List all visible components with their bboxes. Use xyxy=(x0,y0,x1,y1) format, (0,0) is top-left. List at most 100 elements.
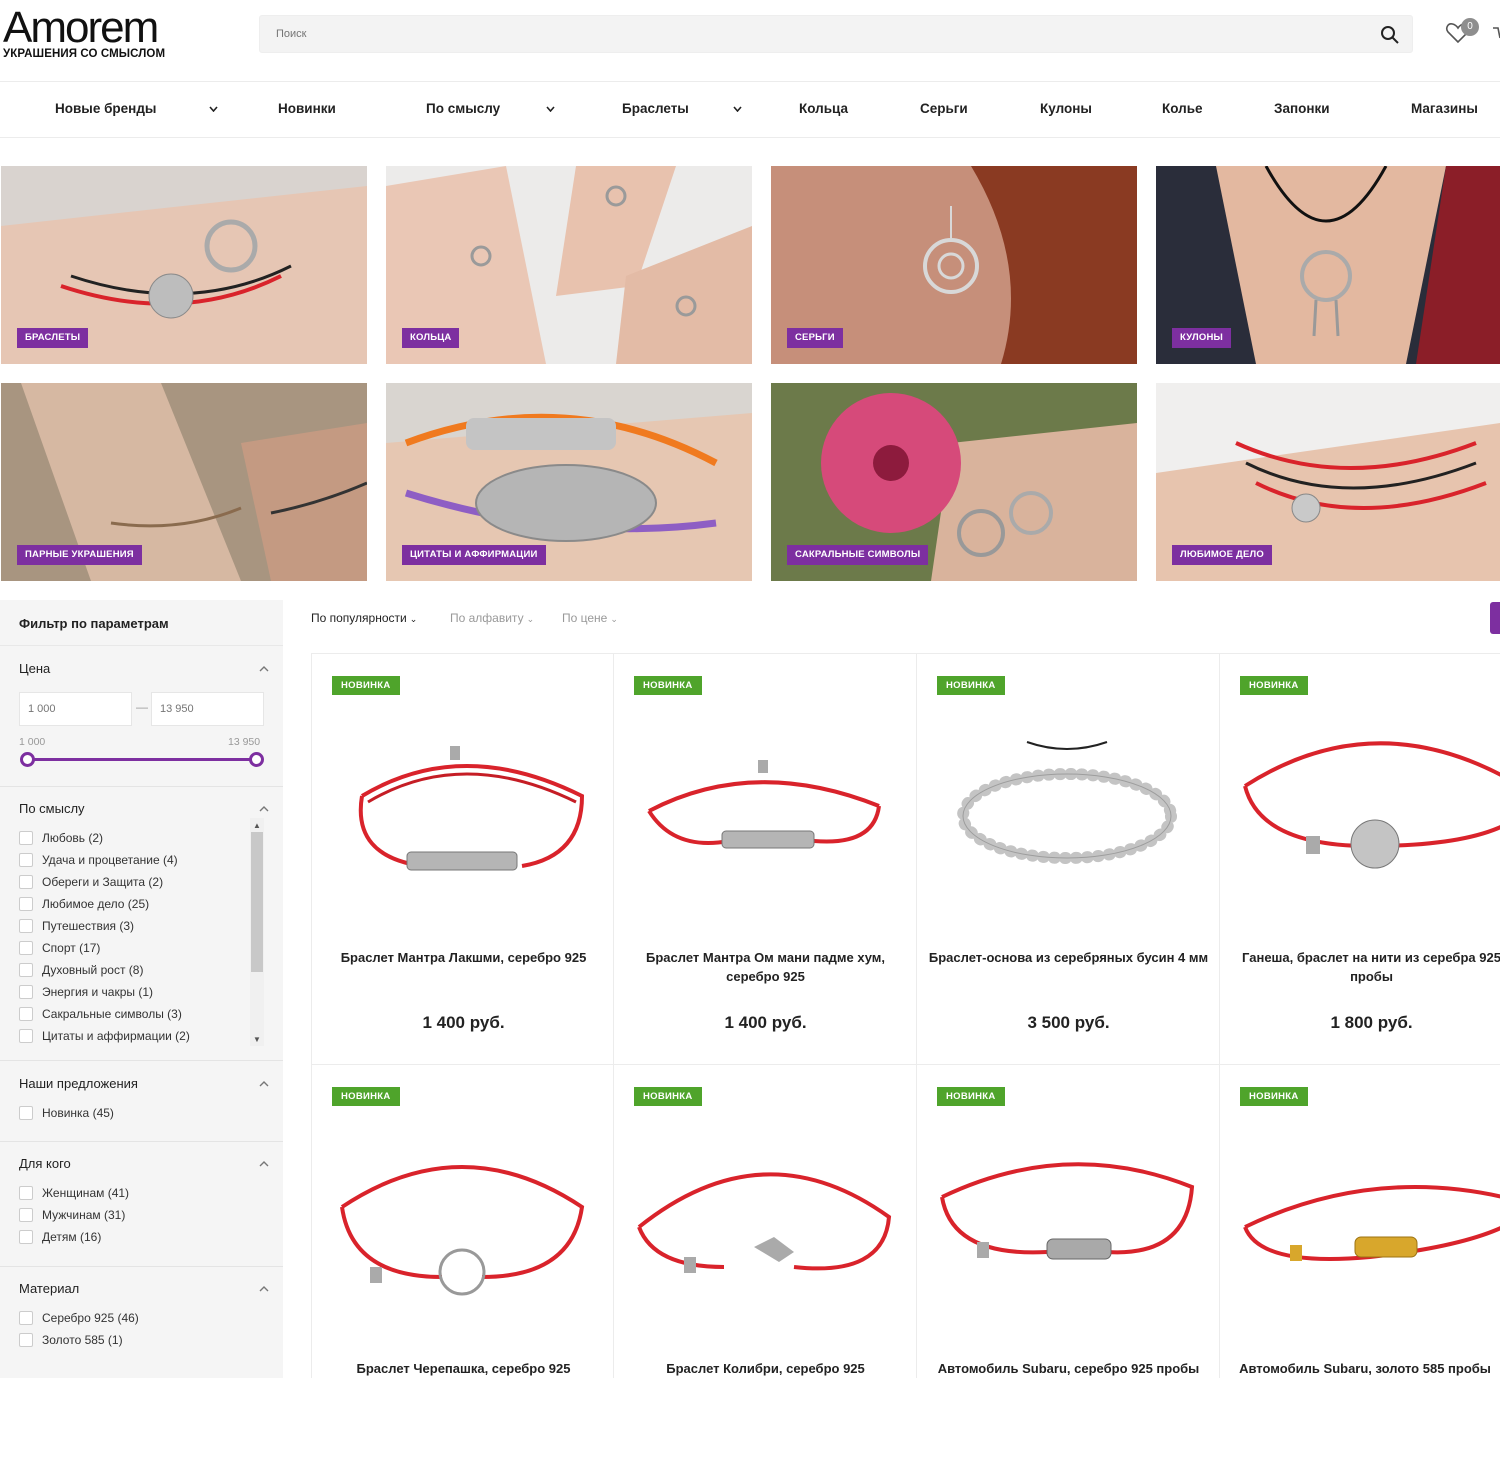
filter-price-title[interactable]: Цена xyxy=(19,661,50,676)
category-label: Кольца xyxy=(402,328,460,348)
filter-option-sport[interactable]: Спорт (17) xyxy=(19,941,100,959)
filter-option-travel[interactable]: Путешествия (3) xyxy=(19,919,134,937)
filter-option-luck[interactable]: Удача и процветание (4) xyxy=(19,853,178,871)
price-range-max-handle[interactable] xyxy=(249,752,264,767)
filter-option-spiritual[interactable]: Духовный рост (8) xyxy=(19,963,143,981)
filter-option-sacred[interactable]: Сакральные символы (3) xyxy=(19,1007,182,1025)
category-tile-quotes[interactable]: Цитаты и аффирмации xyxy=(386,383,752,581)
category-tile-sacred[interactable]: Сакральные символы xyxy=(771,383,1137,581)
product-name[interactable]: Браслет Мантра Ом мани падме хум, серебр… xyxy=(624,948,907,986)
checkbox[interactable] xyxy=(19,1208,33,1222)
search-input[interactable] xyxy=(260,16,1370,52)
scroll-up-icon[interactable]: ▲ xyxy=(252,821,262,831)
nav-item-cufflinks[interactable]: Запонки xyxy=(1274,82,1330,136)
checkbox[interactable] xyxy=(19,1230,33,1244)
nav-item-new-brands[interactable]: Новые бренды xyxy=(55,82,156,136)
new-badge: Новинка xyxy=(634,1087,702,1106)
filter-option-new[interactable]: Новинка (45) xyxy=(19,1106,114,1124)
category-tile-favorite-work[interactable]: Любимое дело xyxy=(1156,383,1500,581)
checkbox[interactable] xyxy=(19,853,33,867)
chevron-down-icon[interactable] xyxy=(733,106,742,112)
checkbox[interactable] xyxy=(19,897,33,911)
filter-for-whom-title[interactable]: Для кого xyxy=(19,1156,71,1171)
category-tile-earrings[interactable]: Серьги xyxy=(771,166,1137,364)
sort-popularity[interactable]: По популярности ⌄ xyxy=(311,611,417,625)
filter-option-men[interactable]: Мужчинам (31) xyxy=(19,1208,125,1226)
product-name[interactable]: Ганеша, браслет на нити из серебра 925 п… xyxy=(1230,948,1500,986)
filter-option-favorite-work[interactable]: Любимое дело (25) xyxy=(19,897,149,915)
new-badge: Новинка xyxy=(1240,1087,1308,1106)
product-card[interactable]: Новинка Ганеша, браслет на нити из сереб… xyxy=(1220,654,1500,1064)
checkbox[interactable] xyxy=(19,1007,33,1021)
product-card[interactable]: Новинка Автомобиль Subaru, золото 585 пр… xyxy=(1220,1065,1500,1475)
category-tile-rings[interactable]: Кольца xyxy=(386,166,752,364)
nav-item-by-meaning[interactable]: По смыслу xyxy=(426,82,500,136)
product-name[interactable]: Автомобиль Subaru, золото 585 пробы xyxy=(1230,1359,1500,1378)
category-tile-couples[interactable]: Парные украшения xyxy=(1,383,367,581)
nav-item-stores[interactable]: Магазины xyxy=(1411,82,1478,136)
product-card[interactable]: Новинка Браслет Колибри, серебро 925 xyxy=(614,1065,917,1475)
product-name[interactable]: Браслет Колибри, серебро 925 xyxy=(624,1359,907,1378)
filter-option-women[interactable]: Женщинам (41) xyxy=(19,1186,129,1204)
filter-material-title[interactable]: Материал xyxy=(19,1281,79,1296)
product-card[interactable]: Новинка Браслет Мантра Ом мани падме хум… xyxy=(614,654,917,1064)
sort-price[interactable]: По цене ⌄ xyxy=(562,611,618,625)
filter-option-silver[interactable]: Серебро 925 (46) xyxy=(19,1311,139,1329)
filter-option-gold[interactable]: Золото 585 (1) xyxy=(19,1333,123,1351)
filter-meaning-title[interactable]: По смыслу xyxy=(19,801,85,816)
price-range-track[interactable] xyxy=(28,758,256,761)
checkbox[interactable] xyxy=(19,1311,33,1325)
cart-icon[interactable] xyxy=(1492,24,1500,44)
checkbox[interactable] xyxy=(19,831,33,845)
filter-offers-title[interactable]: Наши предложения xyxy=(19,1076,138,1091)
scroll-down-icon[interactable]: ▼ xyxy=(252,1035,262,1045)
checkbox[interactable] xyxy=(19,1029,33,1043)
checkbox[interactable] xyxy=(19,875,33,889)
product-card[interactable]: Новинка Браслет Черепашка, серебро 925 xyxy=(312,1065,615,1475)
product-card[interactable]: Новинка Браслет-основа из серебряных бус… xyxy=(917,654,1220,1064)
nav-item-rings[interactable]: Кольца xyxy=(799,82,848,136)
checkbox[interactable] xyxy=(19,1106,33,1120)
filter-option-love[interactable]: Любовь (2) xyxy=(19,831,103,849)
nav-item-bracelets[interactable]: Браслеты xyxy=(622,82,689,136)
category-tile-bracelets[interactable]: Браслеты xyxy=(1,166,367,364)
filter-option-quotes[interactable]: Цитаты и аффирмации (2) xyxy=(19,1029,190,1047)
nav-item-pendants[interactable]: Кулоны xyxy=(1040,82,1092,136)
product-name[interactable]: Браслет Черепашка, серебро 925 xyxy=(322,1359,605,1378)
logo[interactable]: Amorem УКРАШЕНИЯ СО СМЫСЛОМ xyxy=(3,6,183,61)
price-range-min-handle[interactable] xyxy=(20,752,35,767)
chevron-down-icon[interactable] xyxy=(546,106,555,112)
view-toggle-button[interactable] xyxy=(1490,602,1500,634)
nav-item-earrings[interactable]: Серьги xyxy=(920,82,968,136)
product-image xyxy=(957,741,1177,864)
checkbox[interactable] xyxy=(19,1333,33,1347)
chevron-up-icon[interactable] xyxy=(259,806,269,812)
chevron-up-icon[interactable] xyxy=(259,1081,269,1087)
new-badge: Новинка xyxy=(332,1087,400,1106)
filter-option-kids[interactable]: Детям (16) xyxy=(19,1230,101,1248)
checkbox[interactable] xyxy=(19,919,33,933)
checkbox[interactable] xyxy=(19,1186,33,1200)
checkbox[interactable] xyxy=(19,985,33,999)
chevron-down-icon[interactable] xyxy=(209,106,218,112)
chevron-up-icon[interactable] xyxy=(259,1161,269,1167)
filter-option-energy[interactable]: Энергия и чакры (1) xyxy=(19,985,153,1003)
product-card[interactable]: Новинка Браслет Мантра Лакшми, серебро 9… xyxy=(312,654,615,1064)
nav-item-necklaces[interactable]: Колье xyxy=(1162,82,1203,136)
chevron-up-icon[interactable] xyxy=(259,666,269,672)
chevron-up-icon[interactable] xyxy=(259,1286,269,1292)
category-tile-pendants[interactable]: Кулоны xyxy=(1156,166,1500,364)
checkbox[interactable] xyxy=(19,963,33,977)
nav-item-new[interactable]: Новинки xyxy=(278,82,336,136)
product-name[interactable]: Браслет Мантра Лакшми, серебро 925 xyxy=(322,948,605,967)
price-min-input[interactable] xyxy=(19,692,132,726)
search-icon[interactable] xyxy=(1380,25,1400,45)
price-max-input[interactable] xyxy=(151,692,264,726)
checkbox[interactable] xyxy=(19,941,33,955)
filter-scrollbar-thumb[interactable] xyxy=(251,832,263,972)
filter-option-protection[interactable]: Обереги и Защита (2) xyxy=(19,875,163,893)
product-name[interactable]: Автомобиль Subaru, серебро 925 пробы xyxy=(927,1359,1210,1378)
product-name[interactable]: Браслет-основа из серебряных бусин 4 мм xyxy=(927,948,1210,967)
product-card[interactable]: Новинка Автомобиль Subaru, серебро 925 п… xyxy=(917,1065,1220,1475)
sort-alphabet[interactable]: По алфавиту ⌄ xyxy=(450,611,534,625)
